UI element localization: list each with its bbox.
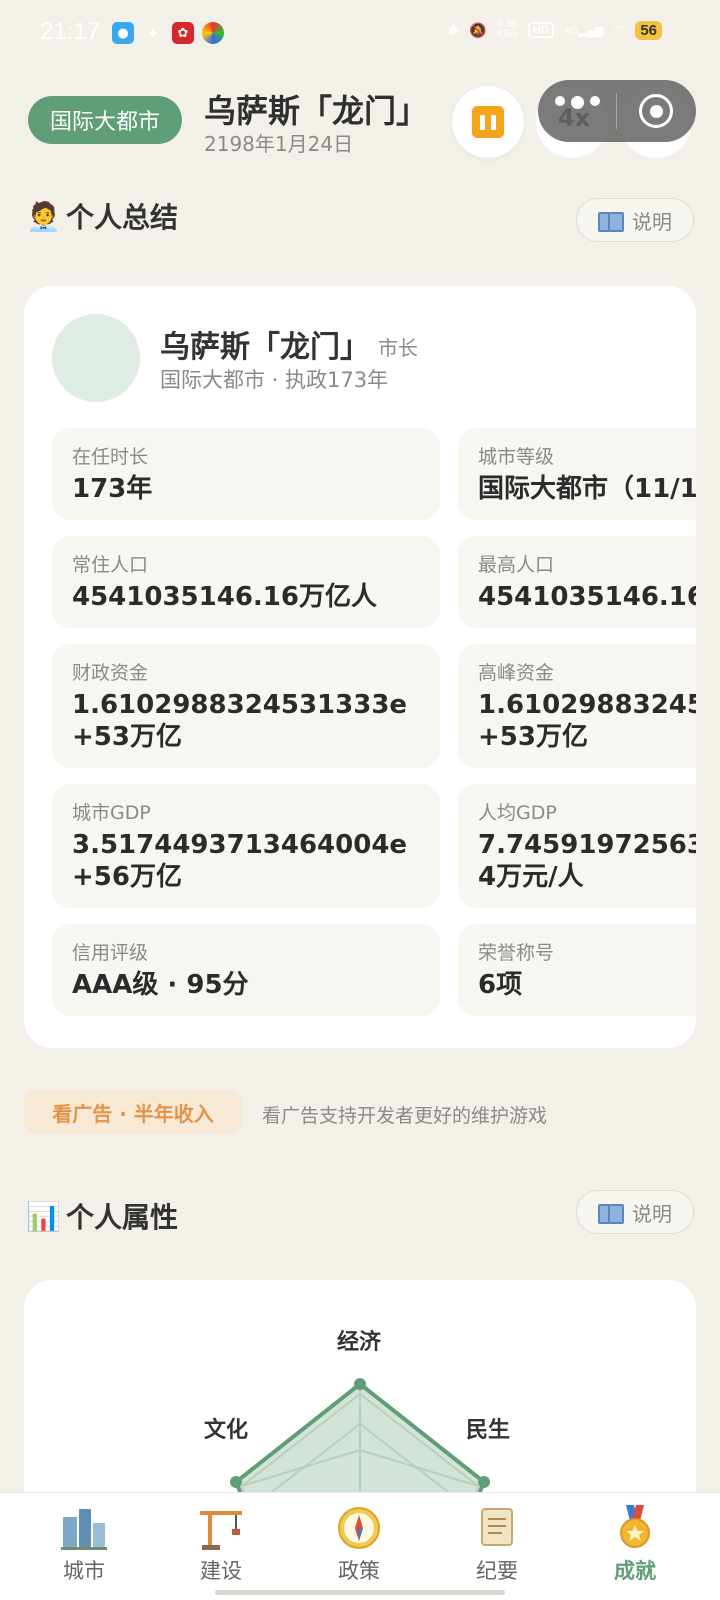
avatar [52,314,140,402]
app-red-icon: ✿ [172,22,194,44]
person-icon: 🧑‍💼 [26,199,61,233]
attributes-help-button[interactable]: 说明 [576,1190,694,1234]
status-bar: 21:17 ● ✦ ✿ ✱ 🔕 9.40 KB/s HD 4G▂▄▆ ◠ 56 [0,0,720,66]
more-dots-icon [554,95,600,109]
help-label: 说明 [632,1201,672,1226]
help-label: 说明 [632,209,672,234]
home-indicator [215,1590,505,1595]
battery-icon: 56 [635,20,662,40]
medal-icon [620,1505,650,1548]
radar-point-culture [230,1476,242,1488]
crane-icon [200,1511,242,1550]
bar-chart-icon: 📊 [26,1199,61,1233]
book-icon [598,1202,624,1224]
mini-program-capsule [538,80,696,142]
city-icon [61,1509,107,1550]
nav-item-policy[interactable]: 政策 [304,1503,414,1585]
radar-label-economy: 经济 [337,1330,382,1355]
mute-icon: 🔕 [469,21,487,38]
summary-help-button[interactable]: 说明 [576,198,694,242]
radar-point-livelihood [478,1476,490,1488]
hd-icon: HD [527,22,554,38]
ad-description: 看广告支持开发者更好的维护游戏 [262,1105,548,1127]
compass-icon [338,1507,380,1549]
net-speed: 9.40 KB/s [496,19,518,40]
attributes-section-header: 📊 个人属性 [26,1196,178,1236]
stat-tenure: 在任时长 173年 [52,428,440,520]
notification-icons: ● ✦ ✿ [112,22,224,44]
game-date: 2198年1月24日 [204,132,354,156]
pause-icon [472,106,504,138]
bottom-nav: 城市 建设 政策 纪要 成就 [0,1492,720,1600]
nav-item-achievements[interactable]: 成就 [580,1503,690,1585]
radar-label-culture: 文化 [204,1418,249,1443]
book-icon [598,210,624,232]
summary-section-header: 🧑‍💼 个人总结 [26,196,178,236]
pause-button[interactable] [452,86,524,158]
mayor-meta: 国际大都市 · 执政173年 [160,368,389,392]
radar-label-livelihood: 民生 [466,1418,511,1443]
nav-item-city[interactable]: 城市 [29,1503,139,1585]
wechat-icon: ✦ [146,23,160,43]
attributes-card: 经济 文化 民生 [24,1280,696,1520]
qq-icon: ● [112,22,134,44]
stat-credit-rating: 信用评级 AAA级 · 95分 [52,924,440,1016]
target-icon [639,94,673,128]
radar-chart [230,1378,490,1520]
stat-peak-funds: 高峰资金 1.6102988324531333e+53万亿 [458,644,696,768]
watch-ad-button[interactable]: 看广告 · 半年收入 [24,1090,242,1134]
city-level-badge: 国际大都市 [28,96,182,144]
city-title: 乌萨斯「龙门」 [204,92,429,130]
nav-item-build[interactable]: 建设 [166,1503,276,1585]
nav-item-records[interactable]: 纪要 [442,1503,552,1585]
signal-icon: 4G▂▄▆ [563,24,604,37]
summary-card: 乌萨斯「龙门」 市长 国际大都市 · 执政173年 在任时长 173年 城市等级… [24,286,696,1048]
stat-funds: 财政资金 1.6102988324531333e+53万亿 [52,644,440,768]
system-status: ✱ 🔕 9.40 KB/s HD 4G▂▄▆ ◠ 56 [447,19,662,40]
mayor-role: 市长 [378,336,418,360]
stat-max-population: 最高人口 4541035146.16万亿人 [458,536,696,628]
wifi-icon: ◠ [613,21,626,38]
status-time: 21:17 [40,18,101,45]
stat-city-level: 城市等级 国际大都市（11/11） [458,428,696,520]
summary-title: 个人总结 [66,201,179,234]
stat-gdp: 城市GDP 3.5174493713464004e+56万亿 [52,784,440,908]
radar-point-economy [354,1378,366,1390]
app-colorful-icon [202,22,224,44]
stat-honors[interactable]: 荣誉称号 6项 [458,924,696,1016]
attributes-title: 个人属性 [66,1201,179,1234]
stat-population: 常住人口 4541035146.16万亿人 [52,536,440,628]
bluetooth-icon: ✱ [447,21,460,38]
more-button[interactable] [538,80,616,142]
stat-gdp-per-capita: 人均GDP 7.745919725631415e+4万元/人 [458,784,696,908]
close-miniprogram-button[interactable] [617,80,695,142]
mayor-name: 乌萨斯「龙门」 [160,330,370,365]
scroll-icon [481,1508,513,1546]
